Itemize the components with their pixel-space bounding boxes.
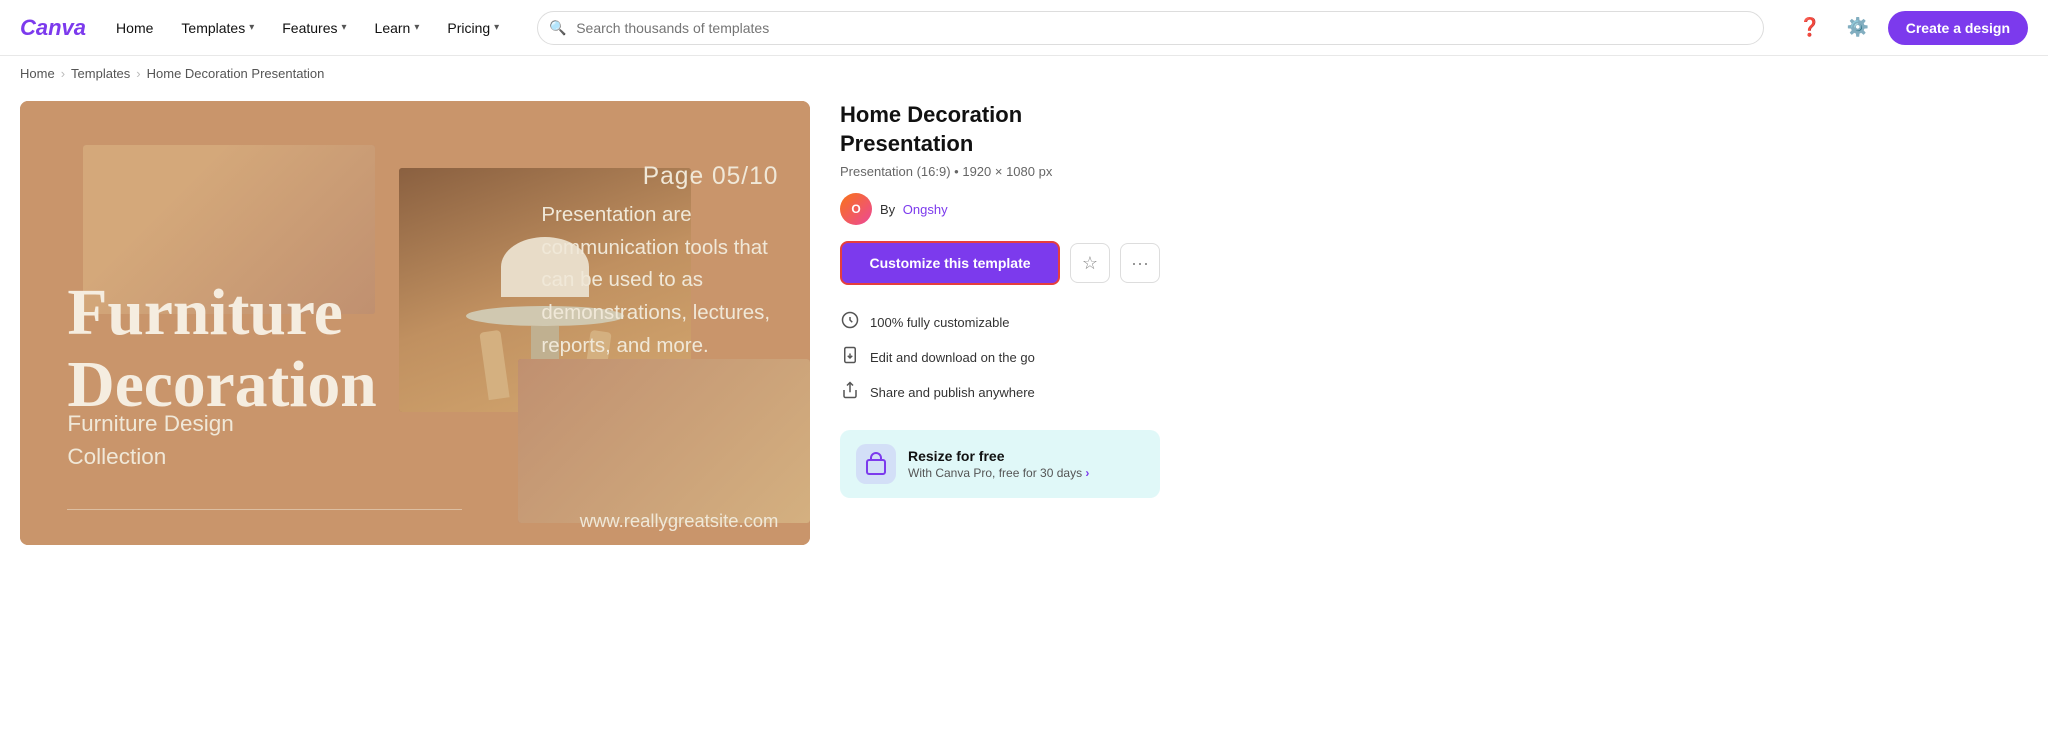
nav-features[interactable]: Features ▾ (272, 14, 356, 42)
feature-share: Share and publish anywhere (840, 375, 1160, 410)
learn-chevron-icon: ▾ (414, 22, 419, 33)
author-name-label[interactable]: Ongshy (903, 202, 948, 217)
author-by-label: By Ongshy (880, 202, 948, 217)
nav-right: ❓ ⚙️ Create a design (1792, 10, 2028, 46)
more-options-button[interactable]: ··· (1120, 243, 1160, 283)
template-sidebar: Home Decoration Presentation Presentatio… (840, 101, 1160, 545)
slide-subtitle: Furniture Design Collection (67, 407, 233, 475)
avatar: O (840, 193, 872, 225)
breadcrumb-home[interactable]: Home (20, 66, 55, 81)
slide-preview: Page 05/10 Presentation are communicatio… (20, 101, 810, 545)
nav-templates[interactable]: Templates ▾ (171, 14, 264, 42)
slide-description: Presentation are communication tools tha… (541, 199, 778, 363)
settings-button[interactable]: ⚙️ (1840, 10, 1876, 46)
pricing-chevron-icon: ▾ (494, 22, 499, 33)
customizable-icon (840, 311, 860, 334)
feature-customizable: 100% fully customizable (840, 305, 1160, 340)
action-row: Customize this template ☆ ··· (840, 241, 1160, 285)
slide-website-url: www.reallygreatsite.com (580, 510, 779, 532)
breadcrumb-current: Home Decoration Presentation (147, 66, 325, 81)
search-bar: 🔍 (537, 11, 1764, 45)
templates-chevron-icon: ▾ (249, 22, 254, 33)
star-icon: ☆ (1082, 253, 1098, 274)
nav-home[interactable]: Home (106, 14, 163, 42)
search-icon: 🔍 (549, 19, 566, 36)
customize-button[interactable]: Customize this template (840, 241, 1060, 285)
nav-learn[interactable]: Learn ▾ (365, 14, 430, 42)
features-chevron-icon: ▾ (342, 22, 347, 33)
feature-list: 100% fully customizable Edit and downloa… (840, 305, 1160, 410)
canva-pro-box: Resize for free With Canva Pro, free for… (840, 430, 1160, 498)
canva-logo[interactable]: Canva (20, 15, 86, 41)
photo-hand-plant (518, 359, 810, 523)
pro-link[interactable]: › (1085, 466, 1089, 480)
template-meta: Presentation (16:9) • 1920 × 1080 px (840, 164, 1160, 179)
breadcrumb: Home › Templates › Home Decoration Prese… (0, 56, 2048, 91)
more-dots-icon: ··· (1131, 253, 1149, 274)
main-content: Page 05/10 Presentation are communicatio… (0, 91, 2048, 565)
feature-download: Edit and download on the go (840, 340, 1160, 375)
slide-divider-line (67, 509, 462, 510)
slide-page-number: Page 05/10 (643, 163, 779, 191)
template-title: Home Decoration Presentation (840, 101, 1160, 158)
photo-bottom-right (518, 359, 810, 523)
nav-pricing[interactable]: Pricing ▾ (437, 14, 509, 42)
breadcrumb-sep-1: › (61, 66, 65, 81)
pro-icon (856, 444, 896, 484)
create-design-button[interactable]: Create a design (1888, 11, 2028, 45)
share-icon (840, 381, 860, 404)
breadcrumb-sep-2: › (136, 66, 140, 81)
chair-leg-left (479, 330, 509, 401)
slide-inner: Page 05/10 Presentation are communicatio… (20, 101, 810, 545)
pro-text: Resize for free With Canva Pro, free for… (908, 448, 1089, 480)
search-input[interactable] (537, 11, 1764, 45)
breadcrumb-templates[interactable]: Templates (71, 66, 130, 81)
author-row: O By Ongshy (840, 193, 1160, 225)
navbar: Canva Home Templates ▾ Features ▾ Learn … (0, 0, 2048, 56)
favorite-button[interactable]: ☆ (1070, 243, 1110, 283)
preview-area: Page 05/10 Presentation are communicatio… (20, 101, 810, 545)
help-button[interactable]: ❓ (1792, 10, 1828, 46)
slide-main-title: Furniture Decoration (67, 277, 376, 421)
download-icon (840, 346, 860, 369)
